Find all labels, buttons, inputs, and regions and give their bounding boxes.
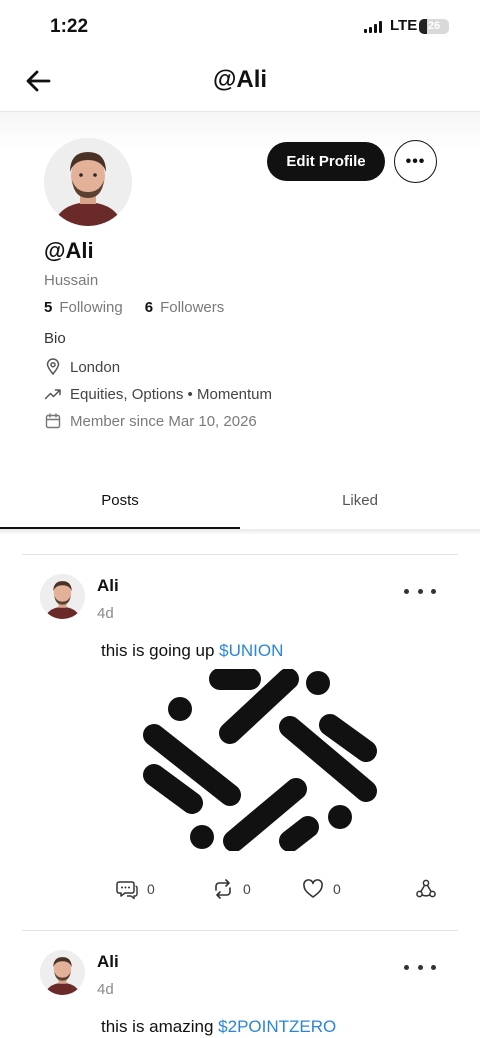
post-avatar[interactable]: [40, 574, 85, 619]
profile-more-button[interactable]: •••: [394, 140, 437, 183]
avatar[interactable]: [44, 138, 132, 226]
followers-link[interactable]: 6 Followers: [145, 299, 225, 316]
location-pin-icon: [46, 358, 60, 376]
post-text-body: this is amazing: [101, 1017, 219, 1036]
location-row: London: [44, 358, 120, 376]
following-label: Following: [59, 299, 123, 316]
calendar-icon: [45, 413, 61, 429]
post-more-button[interactable]: [404, 581, 436, 601]
post-actions: 0 0 0: [0, 878, 480, 908]
following-link[interactable]: 5 Following: [44, 299, 123, 316]
profile-handle: @Ali: [44, 238, 94, 263]
share-button[interactable]: [415, 878, 437, 900]
post-text-body: this is going up: [101, 641, 220, 660]
post-timestamp: 4d: [97, 981, 114, 998]
following-count: 5: [44, 299, 53, 316]
post-card: Ali 4d this is going up $UNION 0 0 0: [0, 555, 480, 930]
nav-bar: @Ali: [0, 52, 480, 112]
battery-icon: 26: [419, 19, 449, 34]
comment-count: 0: [147, 881, 155, 897]
post-more-button[interactable]: [404, 957, 436, 977]
edit-profile-button[interactable]: Edit Profile: [267, 142, 385, 181]
tab-liked[interactable]: Liked: [240, 472, 480, 529]
signal-icon: [364, 21, 382, 33]
post-image[interactable]: [140, 669, 382, 851]
repost-icon: [215, 879, 231, 899]
share-icon: [416, 879, 436, 898]
profile-full-name: Hussain: [44, 272, 99, 289]
heart-icon: [303, 879, 323, 898]
profile-bio: Bio: [44, 330, 66, 347]
member-since-row: Member since Mar 10, 2026: [44, 412, 257, 430]
post-card: Ali 4d this is amazing $2POINTZERO: [0, 931, 480, 1038]
post-author[interactable]: Ali: [97, 576, 119, 596]
battery-level: 26: [427, 20, 441, 32]
comment-icon: [116, 881, 138, 900]
repost-count: 0: [243, 881, 251, 897]
avatar-image: [44, 138, 132, 226]
status-bar: 1:22 LTE 26: [0, 0, 480, 52]
post-author[interactable]: Ali: [97, 952, 119, 972]
like-button[interactable]: 0: [302, 878, 341, 900]
interests-row: Equities, Options • Momentum: [44, 385, 272, 403]
interests-text: Equities, Options • Momentum: [70, 385, 273, 403]
comment-button[interactable]: 0: [116, 878, 155, 900]
followers-count: 6: [144, 299, 154, 316]
ticker-link[interactable]: $2POINTZERO: [218, 1017, 336, 1036]
post-text: this is going up $UNION: [101, 641, 283, 661]
like-count: 0: [333, 881, 341, 897]
profile-tabs: Posts Liked: [0, 472, 480, 535]
post-timestamp: 4d: [97, 605, 114, 622]
followers-label: Followers: [160, 299, 225, 316]
tab-posts[interactable]: Posts: [0, 472, 240, 529]
post-avatar[interactable]: [40, 950, 85, 995]
network-label: LTE: [390, 17, 418, 34]
tabs-shadow: [0, 529, 480, 535]
member-since-text: Member since Mar 10, 2026: [70, 412, 257, 430]
follow-stats: 5 Following 6 Followers: [44, 299, 240, 316]
ticker-link[interactable]: $UNION: [219, 641, 283, 660]
repost-button[interactable]: 0: [212, 878, 251, 900]
status-time: 1:22: [50, 16, 89, 37]
post-text: this is amazing $2POINTZERO: [101, 1017, 336, 1037]
avatar-image: [40, 574, 85, 619]
trending-up-icon: [44, 389, 61, 400]
avatar-image: [40, 950, 85, 995]
profile-header: Edit Profile ••• @Ali Hussain 5 Followin…: [0, 112, 480, 527]
location-text: London: [70, 358, 121, 376]
page-title: @Ali: [212, 66, 268, 93]
